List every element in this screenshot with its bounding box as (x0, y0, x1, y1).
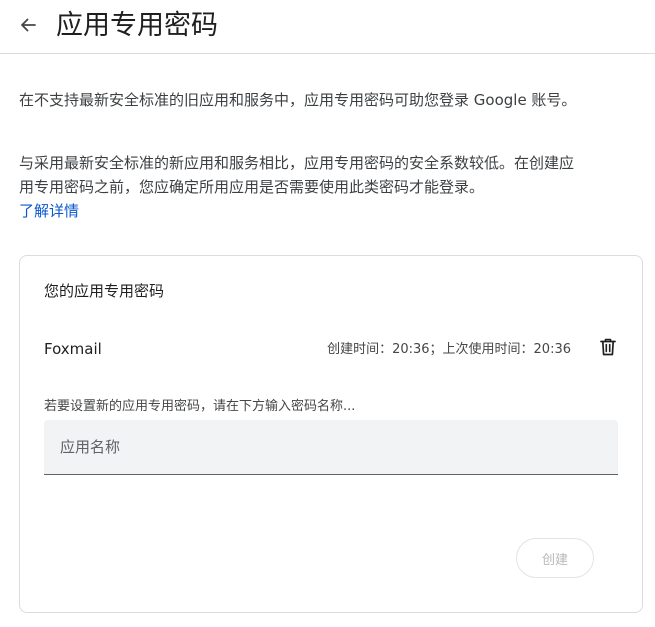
app-name-input[interactable] (44, 420, 618, 475)
page-title: 应用专用密码 (56, 10, 218, 41)
page-header: 应用专用密码 (0, 0, 655, 54)
intro-paragraph-2: 与采用最新安全标准的新应用和服务相比，应用专用密码的安全系数较低。在创建应用专用… (19, 151, 579, 223)
app-password-meta: 创建时间：20:36；上次使用时间：20:36 (327, 342, 571, 357)
delete-password-button[interactable] (594, 335, 622, 363)
new-password-hint: 若要设置新的应用专用密码，请在下方输入密码名称... (44, 399, 356, 414)
app-passwords-card: 您的应用专用密码 Foxmail 创建时间：20:36；上次使用时间：20:36… (19, 255, 643, 613)
trash-icon (598, 337, 618, 361)
app-password-name: Foxmail (44, 340, 102, 358)
app-password-row: Foxmail 创建时间：20:36；上次使用时间：20:36 (44, 334, 622, 364)
card-title: 您的应用专用密码 (44, 282, 165, 300)
create-button[interactable]: 创建 (516, 538, 594, 578)
learn-more-link[interactable]: 了解详情 (19, 202, 79, 220)
back-button[interactable] (14, 13, 42, 41)
arrow-back-icon (18, 15, 38, 39)
intro-paragraph-2-text: 与采用最新安全标准的新应用和服务相比，应用专用密码的安全系数较低。在创建应用专用… (19, 154, 575, 196)
intro-paragraph-1: 在不支持最新安全标准的旧应用和服务中，应用专用密码可助您登录 Google 账号… (19, 91, 577, 109)
